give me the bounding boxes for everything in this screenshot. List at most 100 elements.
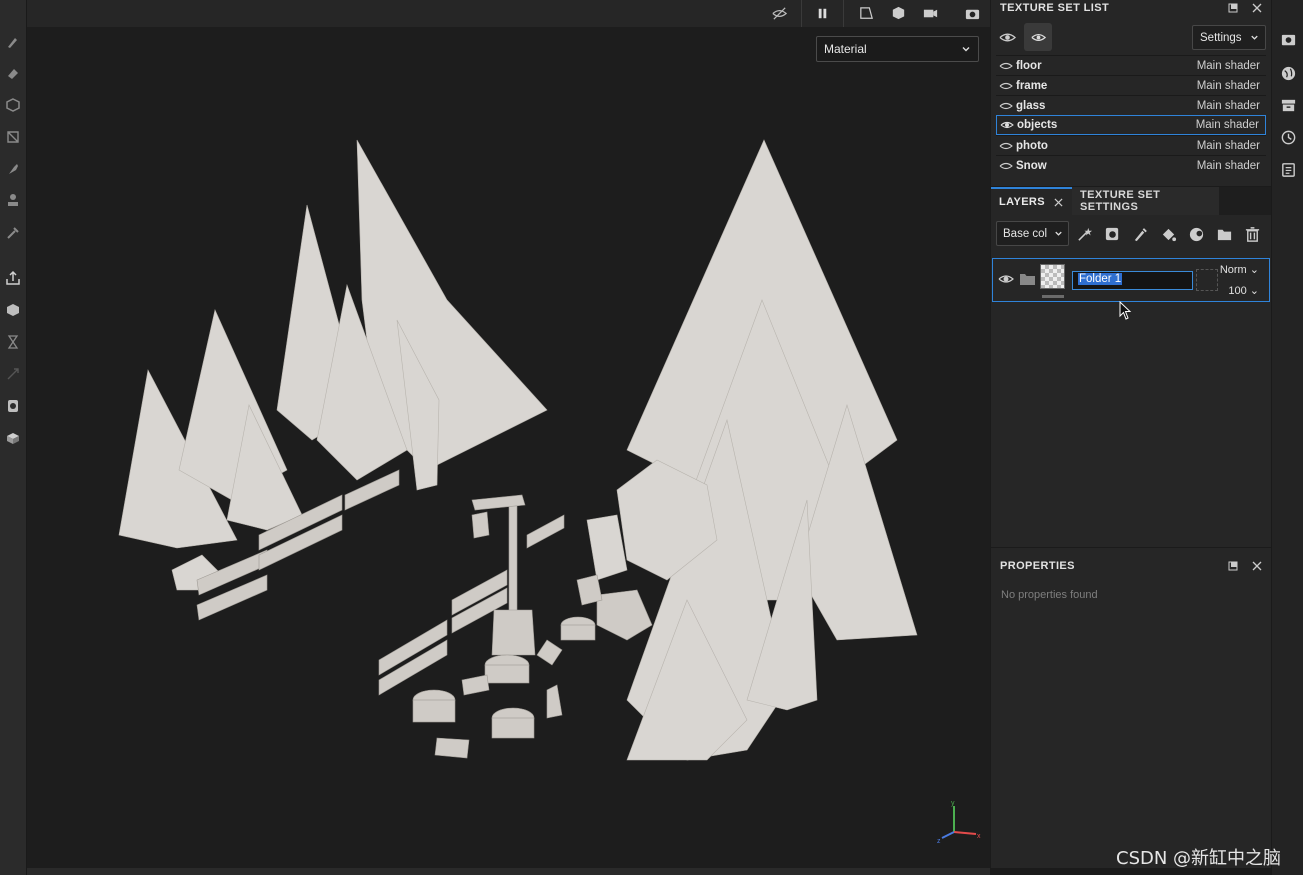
smudge-tool-icon[interactable]	[1, 157, 25, 181]
close-icon[interactable]	[1252, 3, 1262, 13]
chevron-down-icon	[1055, 231, 1062, 236]
tab-label: TEXTURE SET SETTINGS	[1080, 189, 1161, 213]
properties-header: PROPERTIES	[991, 558, 1271, 574]
channel-dropdown[interactable]: Base col	[996, 221, 1069, 246]
add-smart-material-icon[interactable]	[1186, 224, 1206, 244]
texture-set-toolbar: Settings	[991, 22, 1271, 53]
layer-name-selected-text: Folder 1	[1078, 273, 1123, 285]
settings-dropdown[interactable]: Settings	[1192, 25, 1266, 50]
environment-globe-icon[interactable]	[1278, 63, 1298, 83]
eye-icon[interactable]	[999, 59, 1013, 73]
eye-icon[interactable]	[999, 99, 1013, 113]
properties-panel: PROPERTIES No properties found	[991, 548, 1271, 868]
app-window: Material y x z TEXTURE SET LIST Settings	[0, 0, 1303, 875]
layer-thumbnail	[1040, 264, 1065, 289]
texture-set-shader: Main shader	[1196, 59, 1260, 72]
left-toolbar	[0, 0, 27, 875]
history-icon[interactable]	[1278, 127, 1298, 147]
3d-viewport[interactable]: Material y x z	[27, 0, 990, 868]
add-paint-layer-icon[interactable]	[1130, 224, 1150, 244]
close-icon[interactable]	[1252, 561, 1262, 571]
texture-set-list-panel: TEXTURE SET LIST Settings floor Main sha…	[991, 0, 1271, 186]
texture-set-row-snow[interactable]: Snow Main shader	[996, 155, 1266, 175]
right-toolbar	[1271, 0, 1303, 875]
bake-tool-icon[interactable]	[1, 298, 25, 322]
texture-set-row-floor[interactable]: floor Main shader	[996, 55, 1266, 75]
texture-set-shader: Main shader	[1196, 79, 1260, 92]
add-folder-icon[interactable]	[1214, 224, 1234, 244]
scene-render[interactable]	[27, 0, 990, 868]
paint-brush-tool-icon[interactable]	[1, 30, 25, 54]
eye-open-icon[interactable]	[1000, 118, 1014, 132]
watermark-text: CSDN @新缸中之脑	[1116, 848, 1282, 869]
polygon-fill-tool-icon[interactable]	[1, 125, 25, 149]
hourglass-tool-icon[interactable]	[1, 330, 25, 354]
mouse-cursor-icon	[1119, 301, 1132, 320]
chevron-down-icon	[1251, 35, 1258, 40]
clone-stamp-tool-icon[interactable]	[1, 189, 25, 213]
opacity-value: 100	[1228, 285, 1247, 297]
2d-view-icon[interactable]	[851, 0, 881, 27]
texture-set-row-glass[interactable]: glass Main shader	[996, 95, 1266, 115]
camera-video-icon[interactable]	[915, 0, 945, 27]
close-icon[interactable]	[1054, 197, 1063, 207]
layers-toolbar: Base col	[991, 220, 1271, 248]
blend-mode-value: Norm	[1219, 264, 1247, 276]
add-fill-layer-icon[interactable]	[1158, 224, 1178, 244]
mesh-tool-icon[interactable]	[1, 426, 25, 450]
display-settings-icon[interactable]	[1278, 30, 1298, 50]
viewport-toolbar	[27, 0, 990, 27]
geometry-mask-tool-icon[interactable]	[1, 394, 25, 418]
chevron-down-icon: ⌄	[1246, 264, 1259, 276]
eye-icon[interactable]	[999, 79, 1013, 93]
texture-set-shader: Main shader	[1196, 139, 1260, 152]
export-tool-icon[interactable]	[1, 266, 25, 290]
display-mode-value: Material	[824, 42, 867, 56]
texture-set-row-photo[interactable]: photo Main shader	[996, 135, 1266, 155]
axis-gizmo-icon: y x z	[937, 800, 981, 845]
transform-tool-icon[interactable]	[1, 362, 25, 386]
eye-icon[interactable]	[999, 139, 1013, 153]
layer-mask-slot[interactable]	[1196, 269, 1218, 291]
texture-set-row-objects[interactable]: objects Main shader	[996, 115, 1266, 135]
viewport-status-bar	[27, 868, 990, 875]
screenshot-camera-icon[interactable]	[957, 0, 987, 27]
layer-row-folder[interactable]: Folder 1 Norm ⌄ 100 ⌄	[992, 258, 1270, 302]
settings-label: Settings	[1200, 31, 1242, 44]
pause-icon[interactable]	[807, 0, 837, 27]
hide-overlays-icon[interactable]	[764, 0, 794, 27]
channel-value: Base col	[1003, 227, 1048, 240]
chevron-down-icon	[962, 47, 970, 52]
svg-text:x: x	[977, 833, 981, 840]
tab-layers[interactable]: LAYERS	[991, 187, 1072, 215]
delete-layer-icon[interactable]	[1242, 224, 1262, 244]
projection-tool-icon[interactable]	[1, 93, 25, 117]
texture-set-list-header: TEXTURE SET LIST	[991, 0, 1271, 14]
texture-set-name: Snow	[1016, 159, 1047, 172]
add-effect-wand-icon[interactable]	[1074, 224, 1094, 244]
blend-mode-dropdown[interactable]: Norm ⌄	[1220, 263, 1259, 276]
log-clipboard-icon[interactable]	[1278, 159, 1298, 179]
3d-cube-view-icon[interactable]	[883, 0, 913, 27]
panel-title: PROPERTIES	[1000, 560, 1075, 572]
visibility-icon[interactable]	[1024, 23, 1052, 51]
eraser-tool-icon[interactable]	[1, 61, 25, 85]
texture-set-shader: Main shader	[1195, 119, 1259, 131]
eye-icon[interactable]	[999, 159, 1013, 173]
tab-label: LAYERS	[999, 196, 1046, 208]
layers-tabs: LAYERS TEXTURE SET SETTINGS	[991, 187, 1271, 215]
undock-icon[interactable]	[1228, 3, 1238, 13]
solo-visibility-icon[interactable]	[993, 23, 1021, 51]
color-picker-tool-icon[interactable]	[1, 221, 25, 245]
opacity-dropdown[interactable]: 100 ⌄	[1228, 284, 1259, 297]
tab-texture-set-settings[interactable]: TEXTURE SET SETTINGS	[1072, 187, 1219, 215]
undock-icon[interactable]	[1228, 561, 1238, 571]
eye-open-icon[interactable]	[998, 272, 1014, 286]
shelf-archive-icon[interactable]	[1278, 95, 1298, 115]
texture-set-row-frame[interactable]: frame Main shader	[996, 75, 1266, 95]
display-mode-dropdown[interactable]: Material	[816, 36, 979, 62]
layer-name-input[interactable]: Folder 1	[1072, 271, 1193, 290]
texture-set-name: objects	[1017, 119, 1058, 131]
chevron-down-icon: ⌄	[1246, 285, 1259, 297]
add-mask-icon[interactable]	[1102, 224, 1122, 244]
